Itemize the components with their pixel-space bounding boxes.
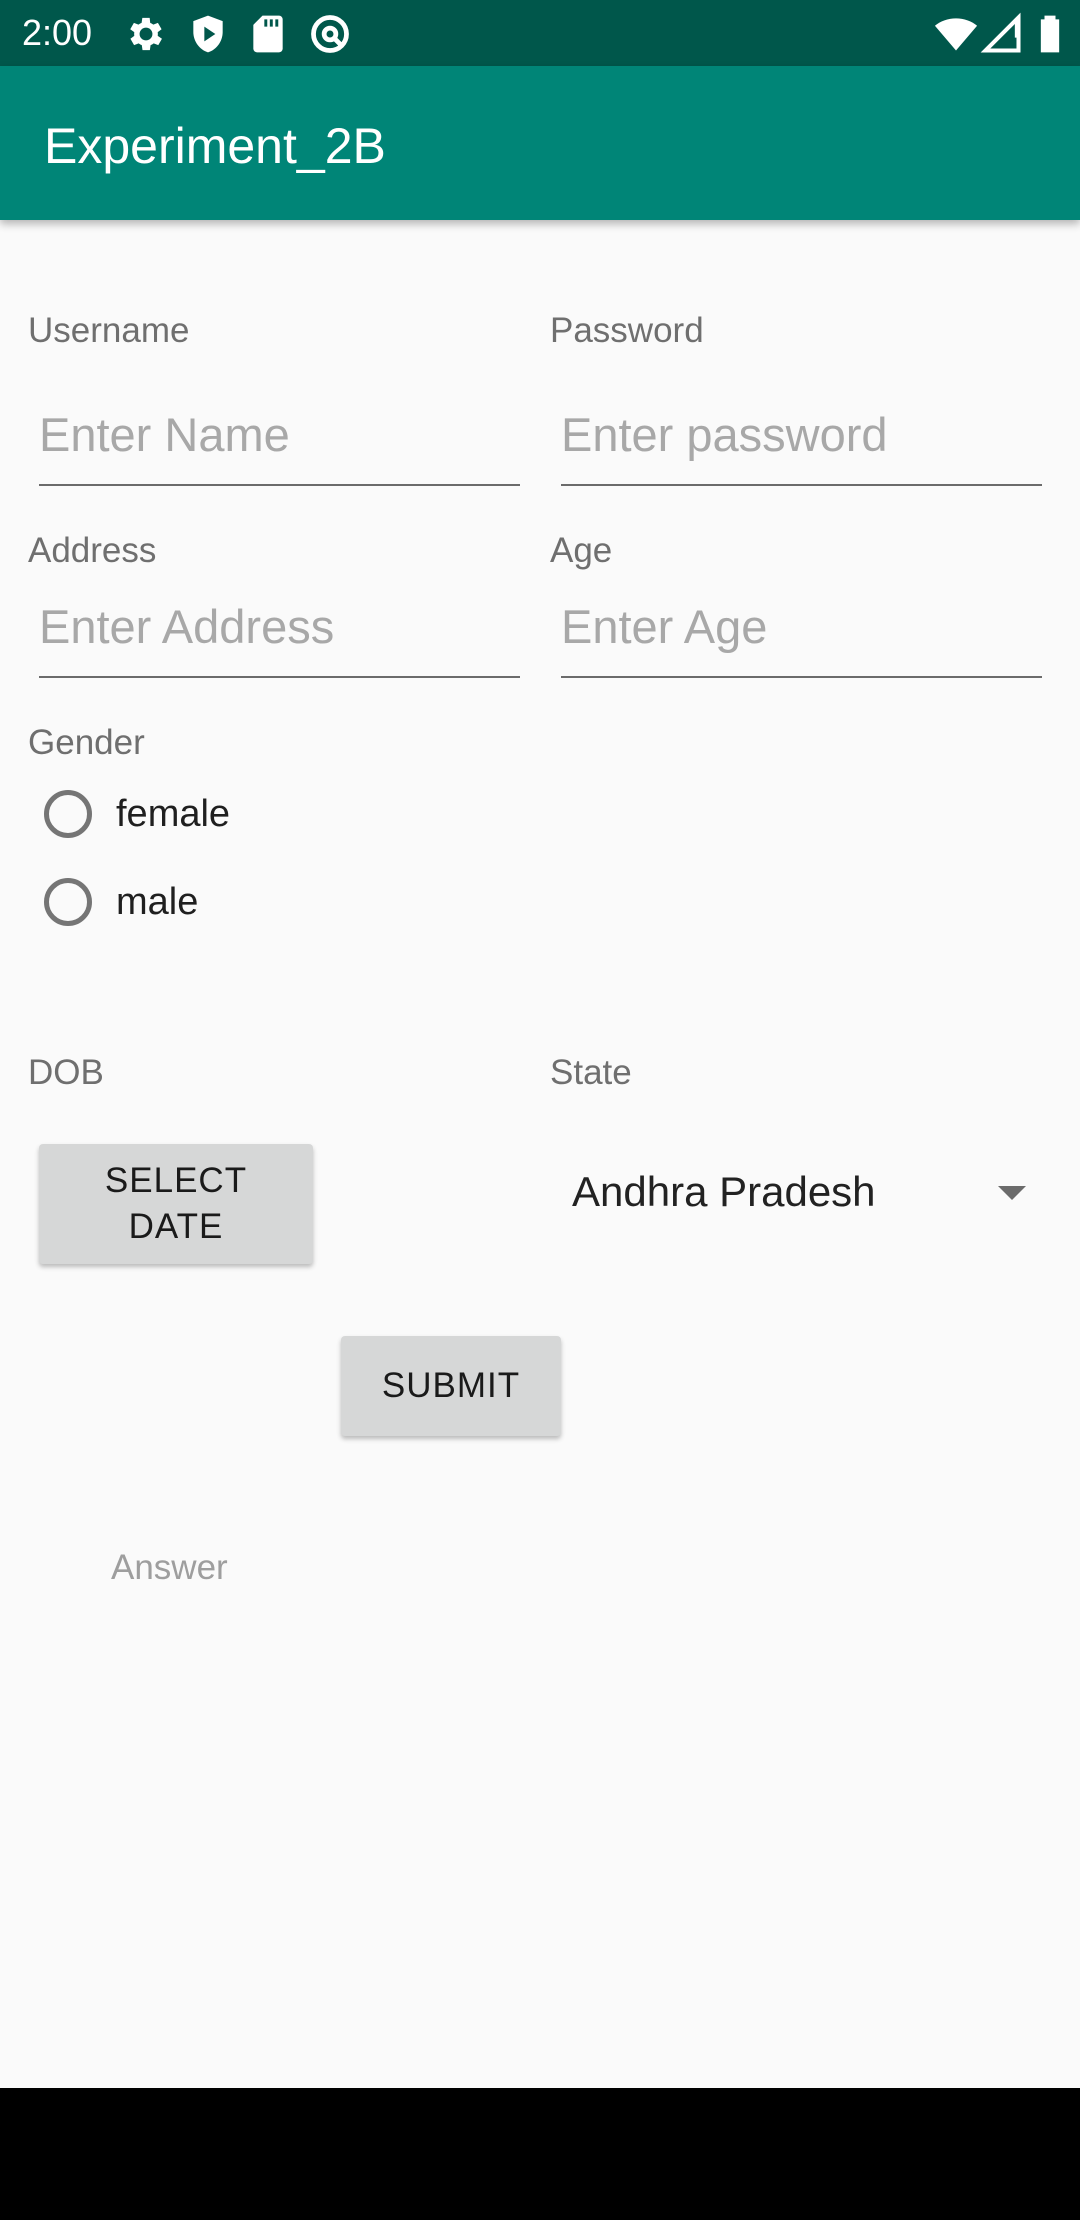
password-input[interactable] (561, 384, 1042, 484)
page-title: Experiment_2B (44, 118, 386, 174)
address-input[interactable] (39, 576, 520, 676)
age-field[interactable] (561, 576, 1042, 678)
status-time: 2:00 (22, 12, 93, 53)
state-selected-value: Andhra Pradesh (572, 1168, 876, 1215)
radio-female-label[interactable]: female (116, 793, 230, 836)
at-sign-icon (308, 12, 352, 56)
username-label: Username (28, 311, 190, 350)
password-field[interactable] (561, 384, 1042, 486)
password-label: Password (550, 311, 704, 350)
username-field[interactable] (39, 384, 520, 486)
settings-icon (124, 12, 168, 56)
answer-text: Answer (111, 1548, 228, 1587)
sd-card-icon (246, 12, 290, 56)
age-label: Age (550, 531, 613, 570)
shield-icon (186, 12, 230, 56)
signal-icon (980, 12, 1024, 56)
select-date-button[interactable]: SELECT DATE (39, 1144, 313, 1264)
state-spinner[interactable]: Andhra Pradesh (560, 1150, 1040, 1236)
radio-male[interactable]: male (44, 864, 198, 940)
battery-icon (1028, 12, 1072, 56)
navigation-bar (0, 2088, 1080, 2220)
username-input[interactable] (39, 384, 520, 484)
gender-label: Gender (28, 723, 145, 762)
dob-label: DOB (28, 1053, 104, 1092)
age-input[interactable] (561, 576, 1042, 676)
wifi-icon (934, 12, 978, 56)
state-label: State (550, 1053, 632, 1092)
select-date-label: SELECT DATE (104, 1161, 248, 1246)
radio-female[interactable]: female (44, 776, 230, 852)
radio-male-label[interactable]: male (116, 881, 198, 924)
dropdown-arrow-icon[interactable] (998, 1186, 1026, 1200)
address-label: Address (28, 531, 157, 570)
radio-button-icon[interactable] (44, 790, 92, 838)
radio-button-icon[interactable] (44, 878, 92, 926)
submit-button[interactable]: SUBMIT (341, 1336, 561, 1436)
address-field[interactable] (39, 576, 520, 678)
